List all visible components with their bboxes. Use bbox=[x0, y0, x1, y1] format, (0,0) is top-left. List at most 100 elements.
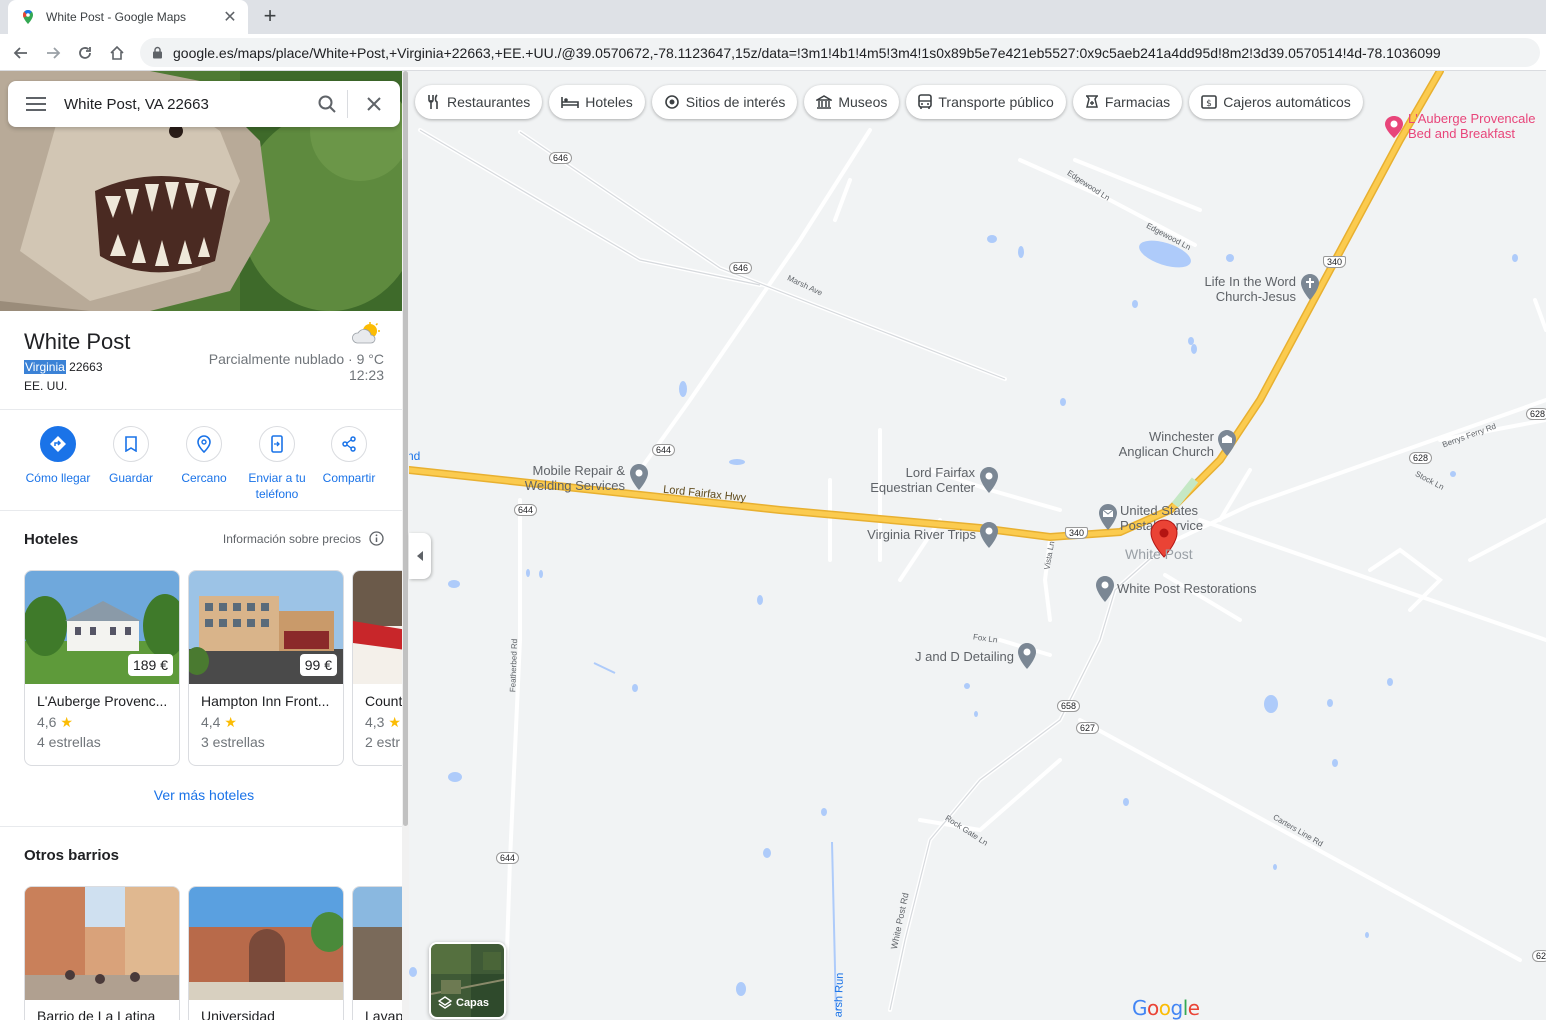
search-box[interactable]: White Post, VA 22663 bbox=[8, 81, 400, 127]
category-chips: Restaurantes Hoteles Sitios de interés M… bbox=[415, 85, 1363, 119]
chip-restaurantes[interactable]: Restaurantes bbox=[415, 85, 543, 119]
share-icon bbox=[342, 436, 356, 452]
lock-icon bbox=[153, 46, 162, 59]
poi-label-line: Life In the Word bbox=[1204, 274, 1296, 289]
chip-farmacias[interactable]: Farmacias bbox=[1072, 85, 1183, 119]
send-to-phone-button[interactable]: Enviar a tu teléfono bbox=[239, 426, 315, 502]
neighborhood-card[interactable]: Lavap bbox=[352, 886, 402, 1020]
neighborhood-card[interactable]: Universidad bbox=[188, 886, 344, 1020]
price-info-button[interactable]: Información sobre precios bbox=[223, 531, 384, 546]
place-pin-icon[interactable] bbox=[979, 521, 999, 549]
poi-label[interactable]: L'Auberge Provencale Bed and Breakfast bbox=[1408, 111, 1536, 141]
neighborhood-name: Barrio de La Latina bbox=[37, 1008, 156, 1020]
save-circle bbox=[113, 426, 149, 462]
rating-value: 4,3 bbox=[365, 714, 385, 730]
weather-text: Parcialmente nublado · 9 °C bbox=[208, 351, 384, 367]
map-canvas[interactable]: 646 646 644 644 644 340 340 628 628 658 … bbox=[409, 71, 1546, 1020]
new-tab-button[interactable]: + bbox=[258, 5, 282, 29]
road-label: Featherbed Rd bbox=[508, 638, 520, 693]
chip-cajeros[interactable]: $ Cajeros automáticos bbox=[1189, 85, 1363, 119]
address-bar[interactable]: google.es/maps/place/White+Post,+Virgini… bbox=[140, 38, 1540, 67]
directions-button[interactable]: Cómo llegar bbox=[20, 426, 96, 486]
panel-scrollbar[interactable] bbox=[402, 71, 409, 1020]
poi-label[interactable]: Winchester Anglican Church bbox=[1099, 429, 1214, 459]
hotel-card[interactable]: 99 € Hampton Inn Front... 4,4 ★ 3 estrel… bbox=[188, 570, 344, 766]
neighborhood-photo bbox=[25, 887, 179, 1000]
poi-label[interactable]: J and D Detailing bbox=[879, 649, 1014, 664]
poi-label[interactable]: Life In the Word Church-Jesus bbox=[1191, 274, 1296, 304]
route-shield: 646 bbox=[549, 152, 573, 164]
hotel-card[interactable]: 189 € L'Auberge Provenc... 4,6 ★ 4 estre… bbox=[24, 570, 180, 766]
route-shield: 658 bbox=[1057, 700, 1081, 712]
route-shield: 340 bbox=[1323, 256, 1347, 268]
hotel-photo: 189 € bbox=[25, 571, 179, 684]
more-hotels-link[interactable]: Ver más hoteles bbox=[0, 787, 402, 803]
chip-sitios[interactable]: Sitios de interés bbox=[651, 85, 798, 119]
svg-text:$: $ bbox=[1206, 99, 1212, 109]
action-label: teléfono bbox=[255, 487, 299, 501]
poi-label[interactable]: Mobile Repair & Welding Services bbox=[509, 463, 625, 493]
panel-scrollbar-thumb[interactable] bbox=[403, 71, 408, 826]
chip-museos[interactable]: Museos bbox=[804, 85, 900, 119]
poi-label[interactable]: Virginia River Trips bbox=[829, 527, 976, 542]
chip-label: Sitios de interés bbox=[685, 94, 786, 110]
place-pin-icon[interactable] bbox=[979, 466, 999, 494]
hotel-photo bbox=[353, 571, 402, 684]
menu-button[interactable] bbox=[8, 97, 64, 111]
chip-transporte[interactable]: Transporte público bbox=[906, 85, 1066, 119]
share-button[interactable]: Compartir bbox=[311, 426, 387, 486]
chip-hoteles[interactable]: Hoteles bbox=[549, 85, 645, 119]
nearby-icon bbox=[197, 435, 211, 453]
search-input[interactable]: White Post, VA 22663 bbox=[64, 96, 307, 113]
chip-label: Museos bbox=[838, 94, 888, 110]
place-pin-icon[interactable] bbox=[1095, 575, 1115, 603]
action-label: Cercano bbox=[181, 471, 227, 485]
poi-label[interactable]: Lord Fairfax Equestrian Center bbox=[859, 465, 975, 495]
place-address: Virginia 22663 bbox=[24, 360, 103, 374]
browser-toolbar: google.es/maps/place/White+Post,+Virgini… bbox=[0, 34, 1546, 71]
home-button[interactable] bbox=[104, 40, 130, 66]
neighborhoods-section: Otros barrios Barrio de La Latina Univer… bbox=[0, 827, 402, 1020]
church-pin-icon[interactable] bbox=[1300, 273, 1320, 301]
nearby-button[interactable]: Cercano bbox=[166, 426, 242, 486]
hotel-rating: 4,3 ★ bbox=[365, 714, 401, 731]
map-svg bbox=[409, 71, 1546, 1012]
neighborhood-name: Universidad bbox=[201, 1008, 275, 1020]
place-country: EE. UU. bbox=[24, 379, 68, 393]
share-circle bbox=[331, 426, 367, 462]
layers-button[interactable]: Capas bbox=[429, 942, 506, 1019]
clear-search-button[interactable] bbox=[348, 97, 400, 111]
browser-tab[interactable]: White Post - Google Maps ✕ bbox=[8, 0, 248, 34]
arrow-left-icon bbox=[13, 47, 27, 59]
hotel-name: L'Auberge Provenc... bbox=[37, 693, 168, 709]
repair-pin-icon[interactable] bbox=[629, 463, 649, 491]
neighborhood-photo bbox=[189, 887, 343, 1000]
rating-value: 4,4 bbox=[201, 714, 221, 730]
chip-label: Hoteles bbox=[585, 94, 633, 110]
hotels-section: Hoteles Información sobre precios 189 € … bbox=[0, 511, 402, 827]
back-button[interactable] bbox=[8, 40, 34, 66]
selected-place-label: White Post bbox=[1125, 546, 1193, 562]
save-button[interactable]: Guardar bbox=[93, 426, 169, 486]
hotel-price: 99 € bbox=[299, 654, 337, 676]
minor-roads bbox=[418, 128, 1546, 1012]
water-features bbox=[409, 235, 1518, 996]
action-label: Guardar bbox=[108, 471, 154, 485]
church-pin-icon[interactable] bbox=[1217, 429, 1237, 457]
poi-label-line: Lord Fairfax bbox=[905, 465, 975, 480]
forward-button[interactable] bbox=[40, 40, 66, 66]
mail-pin-icon[interactable] bbox=[1098, 503, 1118, 531]
bookmark-icon bbox=[125, 436, 137, 452]
lodging-pin-icon[interactable] bbox=[1383, 115, 1405, 139]
hotel-card[interactable]: Count 4,3 ★ 2 estr bbox=[352, 570, 402, 766]
reload-button[interactable] bbox=[72, 40, 98, 66]
search-button[interactable] bbox=[307, 95, 347, 113]
chip-label: Restaurantes bbox=[447, 94, 531, 110]
poi-label[interactable]: White Post Restorations bbox=[1117, 581, 1256, 596]
place-pin-icon[interactable] bbox=[1017, 642, 1037, 670]
collapse-panel-button[interactable] bbox=[409, 533, 431, 579]
tab-close-icon[interactable]: ✕ bbox=[222, 7, 238, 27]
neighborhood-card[interactable]: Barrio de La Latina bbox=[24, 886, 180, 1020]
google-maps-favicon-icon bbox=[23, 10, 33, 24]
hotel-rating: 4,6 ★ bbox=[37, 714, 73, 731]
